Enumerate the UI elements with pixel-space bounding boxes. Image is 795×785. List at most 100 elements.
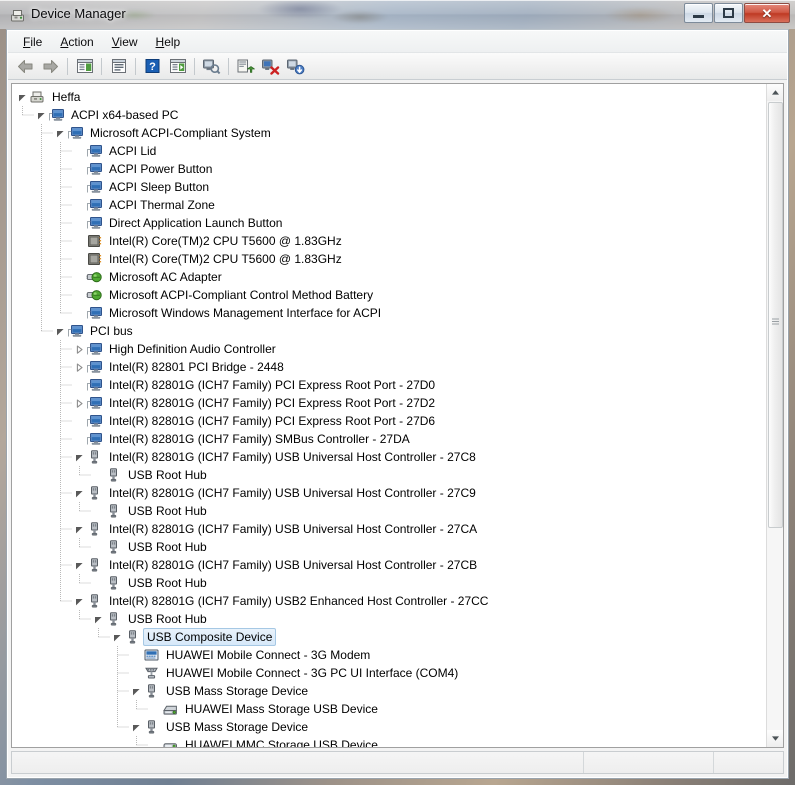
tree-row[interactable]: Microsoft Windows Management Interface f… <box>16 304 766 322</box>
tree-row[interactable]: USB Mass Storage Device <box>16 682 766 700</box>
tree-row[interactable]: Intel(R) 82801G (ICH7 Family) SMBus Cont… <box>16 430 766 448</box>
tree-row[interactable]: Intel(R) 82801G (ICH7 Family) PCI Expres… <box>16 376 766 394</box>
back-arrow-icon[interactable] <box>13 55 38 78</box>
show-hide-action-pane-icon[interactable] <box>165 55 190 78</box>
tree-expand-arrow-open-icon[interactable] <box>54 124 67 142</box>
tree-expand-arrow-open-icon[interactable] <box>16 88 29 106</box>
menu-file[interactable]: File <box>14 33 51 51</box>
tree-expand-arrow-closed-icon[interactable] <box>73 340 86 358</box>
tree-row-label: Intel(R) 82801G (ICH7 Family) SMBus Cont… <box>109 432 410 446</box>
device-tree-pane[interactable]: Heffa ACPI x64-based PC Microsoft ACPI-Com… <box>11 83 784 748</box>
tree-row[interactable]: HUAWEI Mobile Connect - 3G Modem <box>16 646 766 664</box>
tree-row[interactable]: Intel(R) 82801G (ICH7 Family) USB Univer… <box>16 484 766 502</box>
tree-row[interactable]: Microsoft ACPI-Compliant Control Method … <box>16 286 766 304</box>
restore-icon <box>723 8 734 18</box>
system-device-icon <box>86 395 103 411</box>
tree-expand-arrow-open-icon[interactable] <box>35 106 48 124</box>
processor-icon <box>86 251 103 267</box>
usb-icon <box>86 485 103 501</box>
tree-row[interactable]: Microsoft AC Adapter <box>16 268 766 286</box>
tree-row[interactable]: Intel(R) Core(TM)2 CPU T5600 @ 1.83GHz <box>16 250 766 268</box>
tree-row[interactable]: USB Root Hub <box>16 574 766 592</box>
close-button[interactable]: ✕ <box>744 3 790 23</box>
scroll-down-icon[interactable] <box>767 730 783 747</box>
tree-expand-arrow-open-icon[interactable] <box>73 592 86 610</box>
tree-expand-arrow-closed-icon[interactable] <box>73 358 86 376</box>
tree-row-label: ACPI Thermal Zone <box>109 198 215 212</box>
tree-row-label: USB Composite Device <box>143 628 277 646</box>
tree-row[interactable]: High Definition Audio Controller <box>16 340 766 358</box>
tree-expand-arrow-open-icon[interactable] <box>73 520 86 538</box>
update-driver-icon[interactable] <box>233 55 258 78</box>
tree-row[interactable]: USB Root Hub <box>16 466 766 484</box>
tree-row[interactable]: Direct Application Launch Button <box>16 214 766 232</box>
tree-row[interactable]: USB Root Hub <box>16 538 766 556</box>
tree-expand-arrow-open-icon[interactable] <box>73 448 86 466</box>
tree-row-label: Direct Application Launch Button <box>109 216 283 230</box>
tree-row-label: Intel(R) 82801G (ICH7 Family) PCI Expres… <box>109 414 436 428</box>
tree-row[interactable]: ACPI Sleep Button <box>16 178 766 196</box>
uninstall-device-icon[interactable] <box>258 55 283 78</box>
scrollbar-thumb[interactable] <box>768 102 783 528</box>
tree-row[interactable]: HUAWEI Mobile Connect - 3G PC UI Interfa… <box>16 664 766 682</box>
tree-row[interactable]: USB Composite Device <box>16 628 766 646</box>
tree-row[interactable]: Intel(R) 82801G (ICH7 Family) USB Univer… <box>16 448 766 466</box>
tree-row-label: PCI bus <box>90 324 133 338</box>
scrollbar-grip-icon <box>772 312 779 324</box>
menu-action[interactable]: Action <box>51 33 102 51</box>
forward-arrow-icon[interactable] <box>38 55 63 78</box>
help-icon[interactable]: ? <box>140 55 165 78</box>
tree-row[interactable]: ACPI Lid <box>16 142 766 160</box>
tree-row[interactable]: Microsoft ACPI-Compliant System <box>16 124 766 142</box>
tree-expand-arrow-open-icon[interactable] <box>130 682 143 700</box>
tree-row[interactable]: PCI bus <box>16 322 766 340</box>
tree-row[interactable]: ACPI Power Button <box>16 160 766 178</box>
tree-row[interactable]: Intel(R) 82801G (ICH7 Family) PCI Expres… <box>16 394 766 412</box>
device-tree[interactable]: Heffa ACPI x64-based PC Microsoft ACPI-Com… <box>12 84 766 747</box>
menu-accel-char: V <box>111 34 120 49</box>
toolbar-separator <box>135 57 136 75</box>
tree-row-label: USB Mass Storage Device <box>166 720 309 734</box>
disable-device-icon[interactable] <box>283 55 308 78</box>
tree-expand-arrow-open-icon[interactable] <box>54 322 67 340</box>
tree-expand-arrow-open-icon[interactable] <box>111 628 124 646</box>
tree-row[interactable]: HUAWEI Mass Storage USB Device <box>16 700 766 718</box>
minimize-button[interactable] <box>684 3 713 23</box>
tree-row[interactable]: USB Root Hub <box>16 502 766 520</box>
tree-indent-spacer <box>16 124 54 142</box>
tree-indent-spacer <box>16 196 73 214</box>
tree-leaf-spacer <box>73 196 86 214</box>
tree-leaf-spacer <box>73 178 86 196</box>
menu-help[interactable]: Help <box>147 33 190 51</box>
tree-expand-arrow-open-icon[interactable] <box>73 556 86 574</box>
scan-for-hardware-changes-icon[interactable] <box>199 55 224 78</box>
maximize-button[interactable] <box>714 3 743 23</box>
tree-row[interactable]: HUAWEI MMC Storage USB Device <box>16 736 766 747</box>
title-bar[interactable]: Device Manager ✕ <box>0 0 795 29</box>
tree-row[interactable]: Intel(R) 82801G (ICH7 Family) USB Univer… <box>16 556 766 574</box>
tree-row-label: High Definition Audio Controller <box>109 342 276 356</box>
tree-row[interactable]: USB Mass Storage Device <box>16 718 766 736</box>
tree-expand-arrow-open-icon[interactable] <box>73 484 86 502</box>
properties-icon[interactable] <box>106 55 131 78</box>
tree-row[interactable]: Intel(R) 82801G (ICH7 Family) USB Univer… <box>16 520 766 538</box>
tree-row[interactable]: ACPI Thermal Zone <box>16 196 766 214</box>
tree-row[interactable]: USB Root Hub <box>16 610 766 628</box>
vertical-scrollbar[interactable] <box>766 84 783 747</box>
tree-expand-arrow-open-icon[interactable] <box>130 718 143 736</box>
tree-expand-arrow-closed-icon[interactable] <box>73 394 86 412</box>
tree-row[interactable]: Heffa <box>16 88 766 106</box>
tree-row[interactable]: Intel(R) 82801G (ICH7 Family) USB2 Enhan… <box>16 592 766 610</box>
device-manager-icon <box>9 7 26 24</box>
menu-view[interactable]: View <box>103 33 147 51</box>
tree-leaf-spacer <box>130 664 143 682</box>
tree-row[interactable]: ACPI x64-based PC <box>16 106 766 124</box>
scroll-up-icon[interactable] <box>767 84 783 101</box>
tree-row[interactable]: Intel(R) Core(TM)2 CPU T5600 @ 1.83GHz <box>16 232 766 250</box>
tree-row[interactable]: Intel(R) 82801G (ICH7 Family) PCI Expres… <box>16 412 766 430</box>
status-message <box>12 752 583 773</box>
show-hide-console-tree-icon[interactable] <box>72 55 97 78</box>
tree-row-label: Intel(R) 82801G (ICH7 Family) USB2 Enhan… <box>109 594 489 608</box>
tree-row[interactable]: Intel(R) 82801 PCI Bridge - 2448 <box>16 358 766 376</box>
tree-expand-arrow-open-icon[interactable] <box>92 610 105 628</box>
